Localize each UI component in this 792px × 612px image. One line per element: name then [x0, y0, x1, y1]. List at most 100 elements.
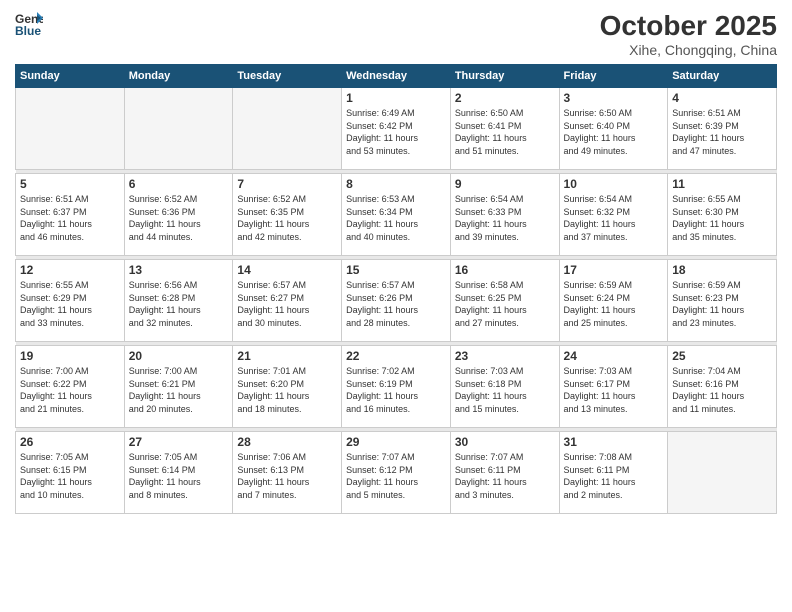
calendar-cell: 21 Sunrise: 7:01 AMSunset: 6:20 PMDayligh…: [233, 346, 342, 428]
day-number: 19: [20, 349, 120, 363]
day-info: Sunrise: 6:50 AMSunset: 6:41 PMDaylight:…: [455, 107, 555, 157]
calendar-cell: 14 Sunrise: 6:57 AMSunset: 6:27 PMDayligh…: [233, 260, 342, 342]
day-number: 7: [237, 177, 337, 191]
day-number: 12: [20, 263, 120, 277]
day-info: Sunrise: 6:55 AMSunset: 6:30 PMDaylight:…: [672, 193, 772, 243]
day-info: Sunrise: 6:54 AMSunset: 6:32 PMDaylight:…: [564, 193, 664, 243]
calendar-cell: [16, 88, 125, 170]
calendar-cell: 6 Sunrise: 6:52 AMSunset: 6:36 PMDaylight…: [124, 174, 233, 256]
calendar-week-1: 1 Sunrise: 6:49 AMSunset: 6:42 PMDaylight…: [16, 88, 777, 170]
calendar-cell: 16 Sunrise: 6:58 AMSunset: 6:25 PMDayligh…: [450, 260, 559, 342]
day-number: 31: [564, 435, 664, 449]
day-number: 16: [455, 263, 555, 277]
day-info: Sunrise: 7:06 AMSunset: 6:13 PMDaylight:…: [237, 451, 337, 501]
weekday-header-wednesday: Wednesday: [342, 65, 451, 88]
day-number: 6: [129, 177, 229, 191]
day-number: 2: [455, 91, 555, 105]
calendar-cell: 10Sunrise: 6:54 AMSunset: 6:32 PMDayligh…: [559, 174, 668, 256]
day-info: Sunrise: 7:07 AMSunset: 6:11 PMDaylight:…: [455, 451, 555, 501]
day-info: Sunrise: 6:57 AMSunset: 6:27 PMDaylight:…: [237, 279, 337, 329]
day-info: Sunrise: 6:55 AMSunset: 6:29 PMDaylight:…: [20, 279, 120, 329]
day-number: 28: [237, 435, 337, 449]
logo: General Blue: [15, 10, 43, 38]
calendar-cell: 12 Sunrise: 6:55 AMSunset: 6:29 PMDayligh…: [16, 260, 125, 342]
day-info: Sunrise: 7:04 AMSunset: 6:16 PMDaylight:…: [672, 365, 772, 415]
calendar-week-2: 5Sunrise: 6:51 AMSunset: 6:37 PMDaylight…: [16, 174, 777, 256]
day-number: 25: [672, 349, 772, 363]
day-info: Sunrise: 6:52 AMSunset: 6:36 PMDaylight:…: [129, 193, 229, 243]
day-number: 17: [564, 263, 664, 277]
day-number: 22: [346, 349, 446, 363]
subtitle: Xihe, Chongqing, China: [600, 42, 777, 58]
calendar-cell: [124, 88, 233, 170]
day-info: Sunrise: 6:53 AMSunset: 6:34 PMDaylight:…: [346, 193, 446, 243]
day-info: Sunrise: 6:51 AMSunset: 6:37 PMDaylight:…: [20, 193, 120, 243]
weekday-header-row: SundayMondayTuesdayWednesdayThursdayFrid…: [16, 65, 777, 88]
day-number: 9: [455, 177, 555, 191]
day-info: Sunrise: 6:49 AMSunset: 6:42 PMDaylight:…: [346, 107, 446, 157]
weekday-header-tuesday: Tuesday: [233, 65, 342, 88]
day-number: 20: [129, 349, 229, 363]
day-number: 23: [455, 349, 555, 363]
calendar-cell: 13Sunrise: 6:56 AMSunset: 6:28 PMDayligh…: [124, 260, 233, 342]
weekday-header-saturday: Saturday: [668, 65, 777, 88]
calendar-cell: 28 Sunrise: 7:06 AMSunset: 6:13 PMDayligh…: [233, 432, 342, 514]
calendar-week-4: 19 Sunrise: 7:00 AMSunset: 6:22 PMDayligh…: [16, 346, 777, 428]
day-info: Sunrise: 6:59 AMSunset: 6:23 PMDaylight:…: [672, 279, 772, 329]
day-info: Sunrise: 6:58 AMSunset: 6:25 PMDaylight:…: [455, 279, 555, 329]
calendar-cell: 19 Sunrise: 7:00 AMSunset: 6:22 PMDayligh…: [16, 346, 125, 428]
day-number: 3: [564, 91, 664, 105]
calendar-cell: 11 Sunrise: 6:55 AMSunset: 6:30 PMDayligh…: [668, 174, 777, 256]
weekday-header-monday: Monday: [124, 65, 233, 88]
day-info: Sunrise: 7:05 AMSunset: 6:15 PMDaylight:…: [20, 451, 120, 501]
calendar-cell: 8 Sunrise: 6:53 AMSunset: 6:34 PMDaylight…: [342, 174, 451, 256]
calendar-cell: 15Sunrise: 6:57 AMSunset: 6:26 PMDayligh…: [342, 260, 451, 342]
calendar-cell: 26 Sunrise: 7:05 AMSunset: 6:15 PMDayligh…: [16, 432, 125, 514]
calendar-cell: 7 Sunrise: 6:52 AMSunset: 6:35 PMDaylight…: [233, 174, 342, 256]
day-info: Sunrise: 7:00 AMSunset: 6:21 PMDaylight:…: [129, 365, 229, 415]
calendar-cell: 1 Sunrise: 6:49 AMSunset: 6:42 PMDaylight…: [342, 88, 451, 170]
calendar-cell: 23 Sunrise: 7:03 AMSunset: 6:18 PMDayligh…: [450, 346, 559, 428]
day-number: 26: [20, 435, 120, 449]
weekday-header-sunday: Sunday: [16, 65, 125, 88]
calendar-cell: 9Sunrise: 6:54 AMSunset: 6:33 PMDaylight…: [450, 174, 559, 256]
day-number: 29: [346, 435, 446, 449]
calendar-cell: 3 Sunrise: 6:50 AMSunset: 6:40 PMDaylight…: [559, 88, 668, 170]
day-info: Sunrise: 7:01 AMSunset: 6:20 PMDaylight:…: [237, 365, 337, 415]
calendar-cell: 17 Sunrise: 6:59 AMSunset: 6:24 PMDayligh…: [559, 260, 668, 342]
calendar-cell: 2 Sunrise: 6:50 AMSunset: 6:41 PMDaylight…: [450, 88, 559, 170]
month-title: October 2025: [600, 10, 777, 42]
calendar-cell: 27Sunrise: 7:05 AMSunset: 6:14 PMDayligh…: [124, 432, 233, 514]
day-number: 14: [237, 263, 337, 277]
calendar-cell: 29 Sunrise: 7:07 AMSunset: 6:12 PMDayligh…: [342, 432, 451, 514]
calendar-week-5: 26 Sunrise: 7:05 AMSunset: 6:15 PMDayligh…: [16, 432, 777, 514]
day-number: 8: [346, 177, 446, 191]
calendar-cell: 20 Sunrise: 7:00 AMSunset: 6:21 PMDayligh…: [124, 346, 233, 428]
day-number: 1: [346, 91, 446, 105]
day-number: 21: [237, 349, 337, 363]
day-number: 15: [346, 263, 446, 277]
day-info: Sunrise: 6:50 AMSunset: 6:40 PMDaylight:…: [564, 107, 664, 157]
day-info: Sunrise: 7:00 AMSunset: 6:22 PMDaylight:…: [20, 365, 120, 415]
calendar-cell: 24 Sunrise: 7:03 AMSunset: 6:17 PMDayligh…: [559, 346, 668, 428]
calendar-cell: 22 Sunrise: 7:02 AMSunset: 6:19 PMDayligh…: [342, 346, 451, 428]
calendar-cell: 30 Sunrise: 7:07 AMSunset: 6:11 PMDayligh…: [450, 432, 559, 514]
day-info: Sunrise: 7:03 AMSunset: 6:17 PMDaylight:…: [564, 365, 664, 415]
day-info: Sunrise: 6:51 AMSunset: 6:39 PMDaylight:…: [672, 107, 772, 157]
weekday-header-thursday: Thursday: [450, 65, 559, 88]
day-info: Sunrise: 7:02 AMSunset: 6:19 PMDaylight:…: [346, 365, 446, 415]
day-number: 30: [455, 435, 555, 449]
calendar-cell: 5Sunrise: 6:51 AMSunset: 6:37 PMDaylight…: [16, 174, 125, 256]
svg-text:Blue: Blue: [15, 24, 41, 38]
day-info: Sunrise: 7:07 AMSunset: 6:12 PMDaylight:…: [346, 451, 446, 501]
day-info: Sunrise: 6:52 AMSunset: 6:35 PMDaylight:…: [237, 193, 337, 243]
calendar-cell: [233, 88, 342, 170]
day-info: Sunrise: 7:03 AMSunset: 6:18 PMDaylight:…: [455, 365, 555, 415]
page: General Blue October 2025 Xihe, Chongqin…: [0, 0, 792, 612]
calendar-cell: 31Sunrise: 7:08 AMSunset: 6:11 PMDayligh…: [559, 432, 668, 514]
calendar-cell: 4Sunrise: 6:51 AMSunset: 6:39 PMDaylight…: [668, 88, 777, 170]
day-number: 11: [672, 177, 772, 191]
day-info: Sunrise: 6:59 AMSunset: 6:24 PMDaylight:…: [564, 279, 664, 329]
title-area: October 2025 Xihe, Chongqing, China: [600, 10, 777, 58]
day-number: 24: [564, 349, 664, 363]
